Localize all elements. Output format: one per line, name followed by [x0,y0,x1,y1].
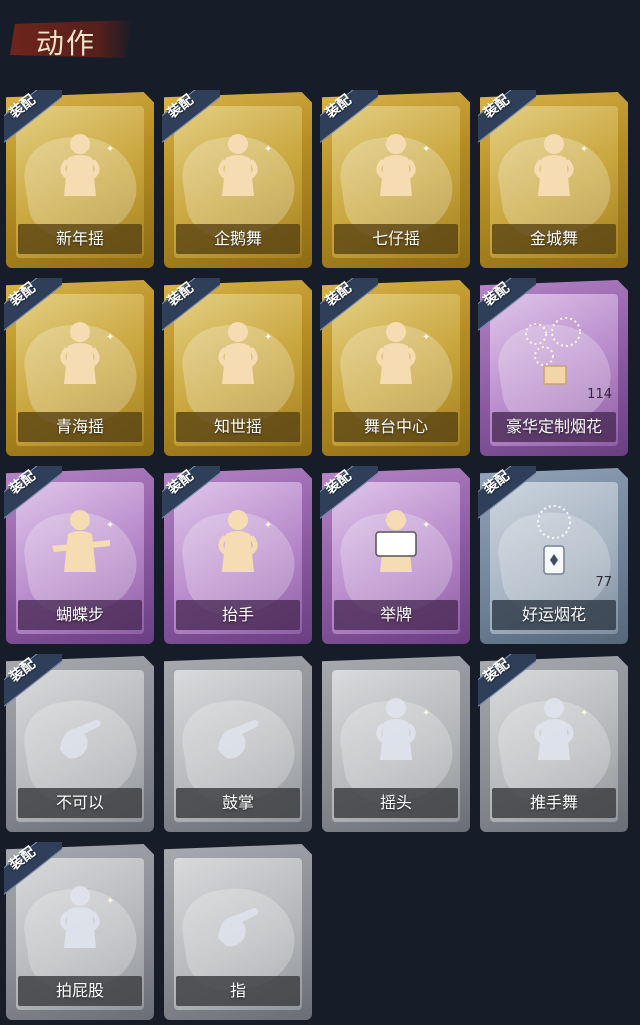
emote-name: 拍屁股 [55,981,104,1000]
svg-text:✦: ✦ [422,144,430,155]
equipped-badge: 装配 [320,466,378,524]
emote-name: 舞台中心 [363,417,428,436]
emote-card[interactable]: 114 豪华定制烟花 装配 [478,278,628,456]
emote-name: 企鹅舞 [213,229,262,248]
svg-text:✦: ✦ [264,144,272,155]
equipped-badge: 装配 [320,90,378,148]
emote-card[interactable]: ✦ 抬手 装配 [162,466,312,644]
card-label-bar: 好运烟花 [492,600,616,630]
emote-name: 鼓掌 [221,793,254,812]
svg-text:✦: ✦ [106,896,114,907]
item-count: 114 [587,387,612,402]
svg-text:✦: ✦ [264,520,272,531]
emote-name: 举牌 [379,605,412,624]
emote-name: 蝴蝶步 [55,605,104,624]
svg-text:✦: ✦ [422,332,430,343]
svg-text:✦: ✦ [580,708,588,719]
item-count: 77 [595,575,612,590]
emote-card[interactable]: ✦ 七仔摇 装配 [320,90,470,268]
emote-name: 抬手 [221,605,254,624]
card-label-bar: 举牌 [334,600,458,630]
emote-card[interactable]: ✦ 金城舞 装配 [478,90,628,268]
card-label-bar: 拍屁股 [18,976,142,1006]
emote-name: 摇头 [379,793,412,812]
emote-name: 好运烟花 [521,605,586,624]
figure-head-shake-icon: ✦ [356,690,436,770]
equipped-badge: 装配 [478,278,536,336]
equipped-badge: 装配 [478,466,536,524]
emote-name: 豪华定制烟花 [505,417,602,436]
emote-card[interactable]: ✦ 拍屁股 装配 [4,842,154,1020]
card-label-bar: 知世摇 [176,412,300,442]
clapping-hands-icon [198,690,278,770]
emote-card[interactable]: ✦ 推手舞 装配 [478,654,628,832]
pointing-hand-icon [198,878,278,958]
card-label-bar: 金城舞 [492,224,616,254]
emote-card[interactable]: 不可以 装配 [4,654,154,832]
svg-text:✦: ✦ [106,144,114,155]
equipped-badge: 装配 [4,654,62,712]
emote-card[interactable]: 77 好运烟花 装配 [478,466,628,644]
emote-name: 金城舞 [529,229,578,248]
svg-text:✦: ✦ [580,144,588,155]
emote-name: 新年摇 [55,229,104,248]
equipped-badge: 装配 [4,466,62,524]
emote-card[interactable]: ✦ 舞台中心 装配 [320,278,470,456]
emote-card[interactable]: 鼓掌 [164,656,312,832]
emote-grid: ✦ 新年摇 装配 ✦ 企鹅舞 装配 ✦ 七仔摇 装配 ✦ 金城舞 装配 ✦ 青海摇 装配 ✦ 知世摇 装配 ✦ 舞台中… [0,0,640,1025]
emote-name: 不可以 [55,793,104,812]
emote-name: 知世摇 [213,417,262,436]
equipped-badge: 装配 [478,90,536,148]
equipped-badge: 装配 [162,466,220,524]
card-label-bar: 舞台中心 [334,412,458,442]
svg-text:✦: ✦ [106,332,114,343]
equipped-badge: 装配 [162,90,220,148]
card-label-bar: 豪华定制烟花 [492,412,616,442]
emote-name: 指 [229,981,246,1000]
svg-text:✦: ✦ [106,520,114,531]
emote-card[interactable]: ✦ 举牌 装配 [320,466,470,644]
svg-text:✦: ✦ [264,332,272,343]
emote-name: 七仔摇 [371,229,420,248]
card-label-bar: 鼓掌 [176,788,300,818]
emote-card[interactable]: ✦ 企鹅舞 装配 [162,90,312,268]
equipped-badge: 装配 [478,654,536,712]
emote-card[interactable]: ✦ 摇头 [322,656,470,832]
card-label-bar: 青海摇 [18,412,142,442]
equipped-badge: 装配 [4,278,62,336]
card-label-bar: 推手舞 [492,788,616,818]
emote-name: 青海摇 [55,417,104,436]
svg-text:✦: ✦ [422,520,430,531]
emote-card[interactable]: 指 [164,844,312,1020]
card-label-bar: 摇头 [334,788,458,818]
card-label-bar: 指 [176,976,300,1006]
card-label-bar: 新年摇 [18,224,142,254]
emote-card[interactable]: ✦ 新年摇 装配 [4,90,154,268]
emote-name: 推手舞 [529,793,578,812]
emote-card[interactable]: ✦ 知世摇 装配 [162,278,312,456]
equipped-badge: 装配 [4,90,62,148]
emote-card[interactable]: ✦ 蝴蝶步 装配 [4,466,154,644]
emote-card[interactable]: ✦ 青海摇 装配 [4,278,154,456]
card-label-bar: 抬手 [176,600,300,630]
card-label-bar: 企鹅舞 [176,224,300,254]
equipped-badge: 装配 [4,842,62,900]
equipped-badge: 装配 [320,278,378,336]
card-label-bar: 蝴蝶步 [18,600,142,630]
card-label-bar: 七仔摇 [334,224,458,254]
svg-text:✦: ✦ [422,708,430,719]
card-label-bar: 不可以 [18,788,142,818]
equipped-badge: 装配 [162,278,220,336]
